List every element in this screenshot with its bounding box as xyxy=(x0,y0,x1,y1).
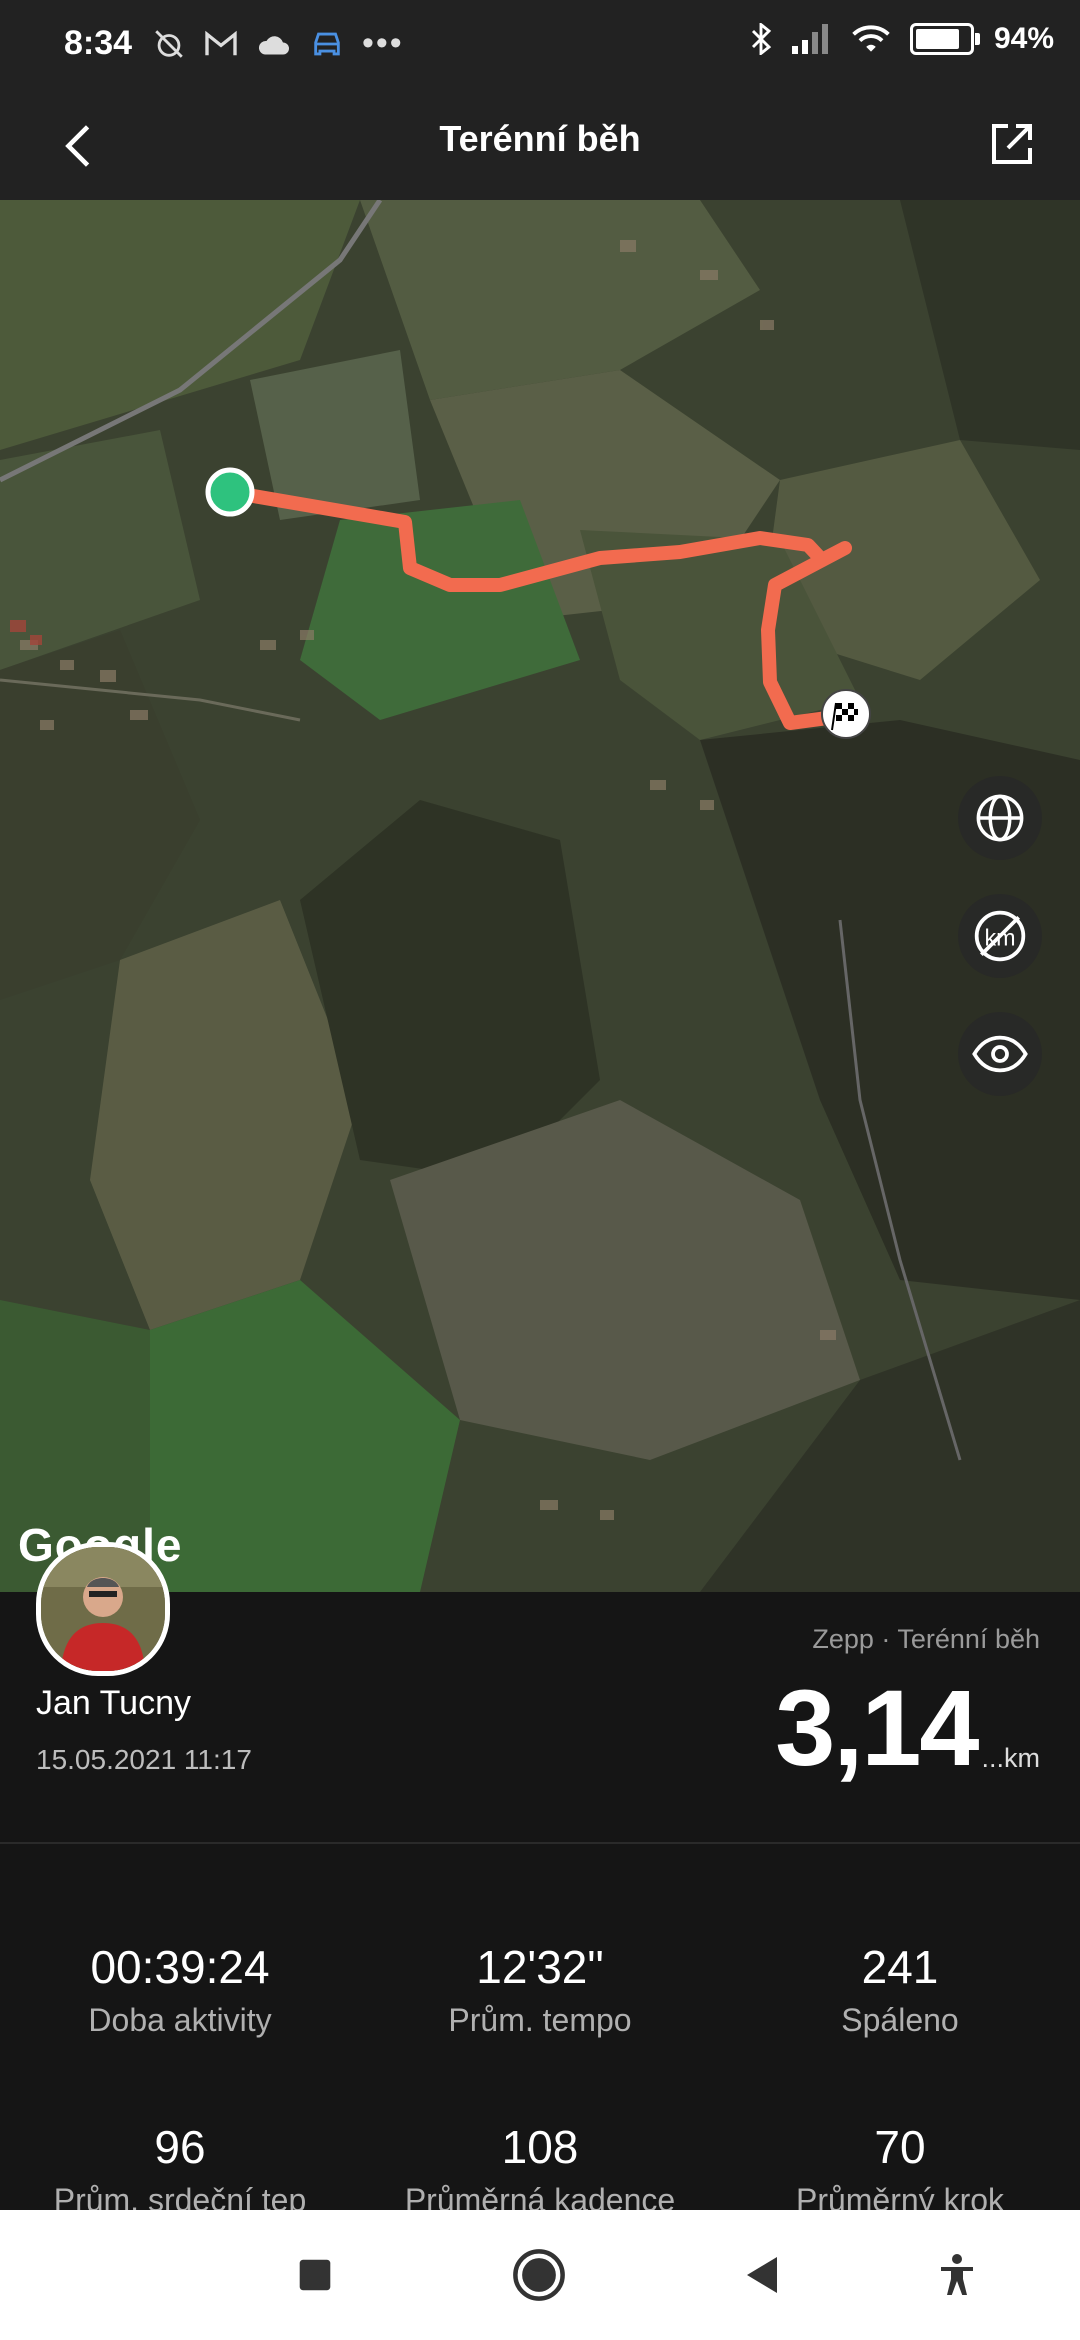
recents-button[interactable] xyxy=(282,2242,348,2308)
stats-grid: 00:39:24 Doba aktivity 12'32" Prům. temp… xyxy=(0,1844,1080,2218)
status-bar: 8:34 ••• 94% xyxy=(0,0,1080,92)
globe-button[interactable] xyxy=(958,776,1042,860)
start-marker xyxy=(205,467,255,517)
stat-cadence: 108 Průměrná kadence xyxy=(360,2120,720,2219)
km-off-icon: km xyxy=(974,910,1026,962)
share-icon xyxy=(992,124,1032,164)
status-time: 8:34 xyxy=(64,24,133,62)
activity-summary: Jan Tucny 15.05.2021 11:17 Zepp · Terénn… xyxy=(0,1542,1080,1842)
battery-percent: 94% xyxy=(993,22,1054,55)
stat-value: 12'32" xyxy=(476,1941,604,1993)
stat-value: 00:39:24 xyxy=(90,1941,270,1993)
share-button[interactable] xyxy=(980,112,1044,176)
distance-display: 3,14 ...km xyxy=(775,1674,1040,1782)
page-title: Terénní běh xyxy=(439,118,641,159)
alarm-off-icon xyxy=(155,29,183,58)
signal-icon xyxy=(791,24,828,54)
stat-stride: 70 Průměrný krok xyxy=(720,2120,1080,2219)
km-markers-toggle[interactable]: km xyxy=(958,894,1042,978)
back-nav-button[interactable] xyxy=(728,2242,794,2308)
bluetooth-icon xyxy=(751,23,772,55)
route-map[interactable]: km Google xyxy=(0,200,1080,1592)
avatar-photo xyxy=(41,1547,165,1671)
stat-heart-rate: 96 Prům. srdeční tep xyxy=(0,2120,360,2219)
stat-label: Spáleno xyxy=(841,2002,959,2038)
accessibility-icon xyxy=(941,2254,973,2295)
stat-value: 241 xyxy=(861,1941,939,1993)
accessibility-button[interactable] xyxy=(924,2242,990,2308)
stat-value: 96 xyxy=(154,2121,206,2173)
car-icon xyxy=(314,32,340,55)
satellite-map xyxy=(0,200,1080,1592)
status-icons-right: 94% xyxy=(750,22,1054,56)
stat-value: 70 xyxy=(874,2121,926,2173)
finish-flag-marker xyxy=(821,689,871,739)
distance-value: 3,14 xyxy=(775,1667,979,1788)
recents-icon xyxy=(299,2259,331,2291)
avatar[interactable] xyxy=(36,1542,170,1676)
eye-icon xyxy=(972,1035,1028,1073)
system-nav-bar xyxy=(0,2210,1080,2340)
home-button[interactable] xyxy=(506,2242,572,2308)
user-name: Jan Tucny xyxy=(36,1684,191,1722)
activity-datetime: 15.05.2021 11:17 xyxy=(36,1744,252,1775)
stat-duration: 00:39:24 Doba aktivity xyxy=(0,1940,360,2039)
app-header: Terénní běh xyxy=(0,92,1080,200)
battery-icon xyxy=(909,23,980,55)
cloud-icon xyxy=(258,35,289,54)
activity-source: Zepp · Terénní běh xyxy=(812,1624,1040,1654)
distance-unit: ...km xyxy=(981,1743,1041,1773)
stat-label: Doba aktivity xyxy=(88,2002,272,2038)
stat-value: 108 xyxy=(501,2121,579,2173)
gmail-icon xyxy=(205,30,237,55)
visibility-toggle[interactable] xyxy=(958,1012,1042,1096)
more-dots-icon: ••• xyxy=(362,24,404,62)
status-icons-left: ••• xyxy=(152,24,404,63)
wifi-icon xyxy=(852,25,890,52)
globe-icon xyxy=(976,794,1024,842)
stat-calories: 241 Spáleno xyxy=(720,1940,1080,2039)
back-icon xyxy=(747,2257,777,2293)
stat-label: Prům. tempo xyxy=(448,2002,632,2038)
home-icon xyxy=(513,2249,565,2301)
stat-pace: 12'32" Prům. tempo xyxy=(360,1940,720,2039)
